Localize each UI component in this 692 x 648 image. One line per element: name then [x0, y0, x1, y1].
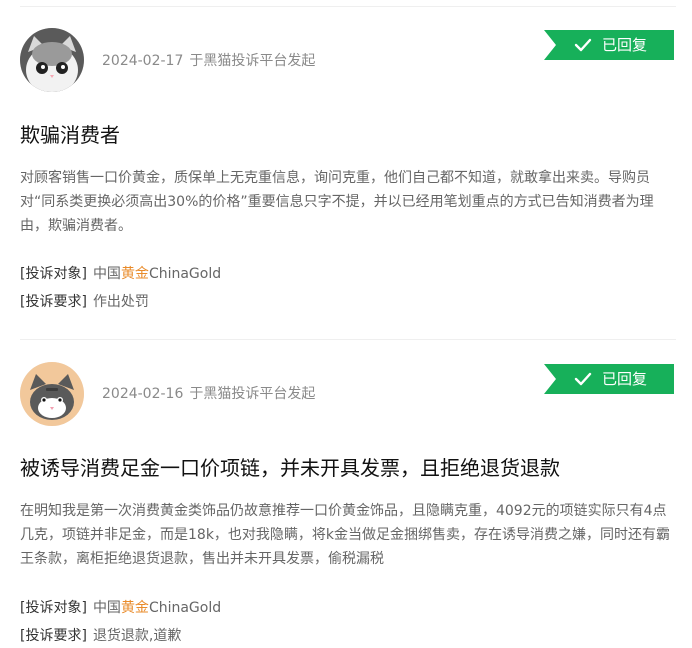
complaint-card[interactable]: 2024-02-16 于黑猫投诉平台发起 已回复 被诱导消费足金一口价项链，并未开…	[0, 340, 692, 648]
check-icon	[574, 36, 592, 54]
target-part-highlight: 黄金	[120, 266, 149, 282]
complaint-content: 在明知我是第一次消费黄金类饰品仍故意推荐一口价黄金饰品，且隐瞒克重，4092元的…	[20, 503, 671, 567]
demand-label: [投诉要求]	[20, 294, 87, 310]
demand-label: [投诉要求]	[20, 628, 87, 644]
complaint-target: [投诉对象] 中国黄金ChinaGold	[20, 598, 221, 618]
complaint-date: 2024-02-17	[102, 53, 184, 69]
tabby-cat-avatar-icon	[20, 362, 84, 426]
target-value[interactable]: 中国黄金ChinaGold	[93, 266, 221, 282]
target-label: [投诉对象]	[20, 266, 87, 282]
target-value[interactable]: 中国黄金ChinaGold	[93, 600, 221, 616]
complaint-source: 于黑猫投诉平台发起	[189, 53, 316, 69]
status-label: 已回复	[602, 36, 648, 54]
target-part-prefix: 中国	[92, 600, 121, 616]
check-icon	[574, 370, 592, 388]
user-avatar[interactable]	[20, 28, 84, 92]
complaint-content: 对顾客销售一口价黄金，质保单上无克重信息，询问克重，他们自己都不知道，就敢拿出来…	[20, 170, 654, 234]
target-part-suffix: ChinaGold	[148, 266, 222, 282]
status-label: 已回复	[602, 370, 648, 388]
status-badge: 已回复	[544, 364, 674, 394]
complaint-demand: [投诉要求] 退货退款,道歉	[20, 626, 181, 646]
complaint-source: 于黑猫投诉平台发起	[189, 386, 316, 402]
complaint-demand: [投诉要求] 作出处罚	[20, 292, 149, 312]
complaint-date: 2024-02-16	[102, 386, 184, 402]
demand-value: 退货退款,道歉	[92, 628, 182, 644]
target-part-suffix: ChinaGold	[148, 600, 222, 616]
complaint-target: [投诉对象] 中国黄金ChinaGold	[20, 264, 221, 284]
complaint-meta: 2024-02-17 于黑猫投诉平台发起	[102, 52, 315, 70]
demand-value: 作出处罚	[92, 294, 149, 310]
status-badge: 已回复	[544, 30, 674, 60]
complaint-title[interactable]: 欺骗消费者	[20, 122, 676, 148]
user-avatar[interactable]	[20, 362, 84, 426]
target-label: [投诉对象]	[20, 600, 87, 616]
complaint-list-page: 2024-02-17 于黑猫投诉平台发起 已回复 欺骗消费者 对顾客销售一口价黄金…	[0, 0, 692, 648]
complaint-card[interactable]: 2024-02-17 于黑猫投诉平台发起 已回复 欺骗消费者 对顾客销售一口价黄金…	[0, 0, 692, 340]
complaint-meta: 2024-02-16 于黑猫投诉平台发起	[102, 385, 315, 403]
target-part-highlight: 黄金	[120, 600, 149, 616]
target-part-prefix: 中国	[92, 266, 121, 282]
gray-cat-avatar-icon	[20, 28, 84, 92]
complaint-title[interactable]: 被诱导消费足金一口价项链，并未开具发票，且拒绝退货退款	[20, 455, 676, 481]
